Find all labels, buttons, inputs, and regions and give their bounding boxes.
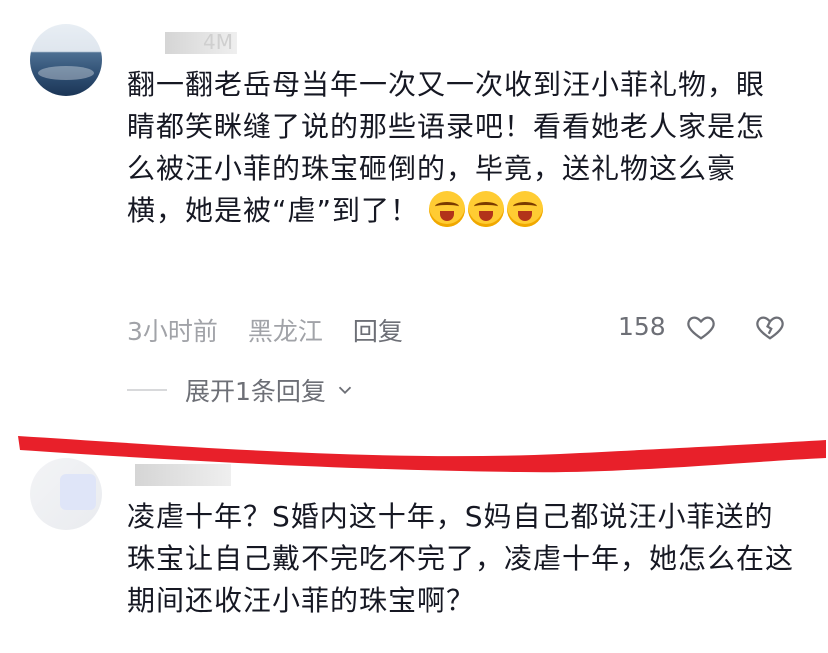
broken-heart-icon[interactable] xyxy=(755,312,785,342)
comment-meta: 3小时前 黑龙江 回复 xyxy=(127,312,425,348)
red-annotation-line xyxy=(18,436,826,473)
username-redacted[interactable]: 4M xyxy=(165,30,237,54)
expand-replies-label: 展开1条回复 xyxy=(185,377,326,406)
avatar[interactable] xyxy=(30,458,102,530)
like-count: 158 xyxy=(618,312,666,341)
reply-button[interactable]: 回复 xyxy=(353,317,403,346)
username-redacted[interactable] xyxy=(135,464,231,486)
username-suffix: 4M xyxy=(203,30,233,54)
heart-icon[interactable] xyxy=(686,312,716,342)
avatar[interactable] xyxy=(30,24,102,96)
divider-line xyxy=(127,389,167,391)
comment-location: 黑龙江 xyxy=(247,317,323,346)
crying-laughing-emoji-icon xyxy=(506,191,543,227)
comment-text: 翻一翻老岳母当年一次又一次收到汪小菲礼物，眼睛都笑眯缝了说的那些语录吧！看看她老… xyxy=(127,68,766,227)
crying-laughing-emoji-icon xyxy=(428,191,465,227)
chevron-down-icon xyxy=(338,386,352,395)
expand-replies-button[interactable]: 展开1条回复 xyxy=(127,372,356,408)
comment-text: 凌虐十年？S婚内这十年，S妈自己都说汪小菲送的珠宝让自己戴不完吃不完了，凌虐十年… xyxy=(127,500,795,617)
crying-laughing-emoji-icon xyxy=(467,191,504,227)
comment-time: 3小时前 xyxy=(127,317,218,346)
